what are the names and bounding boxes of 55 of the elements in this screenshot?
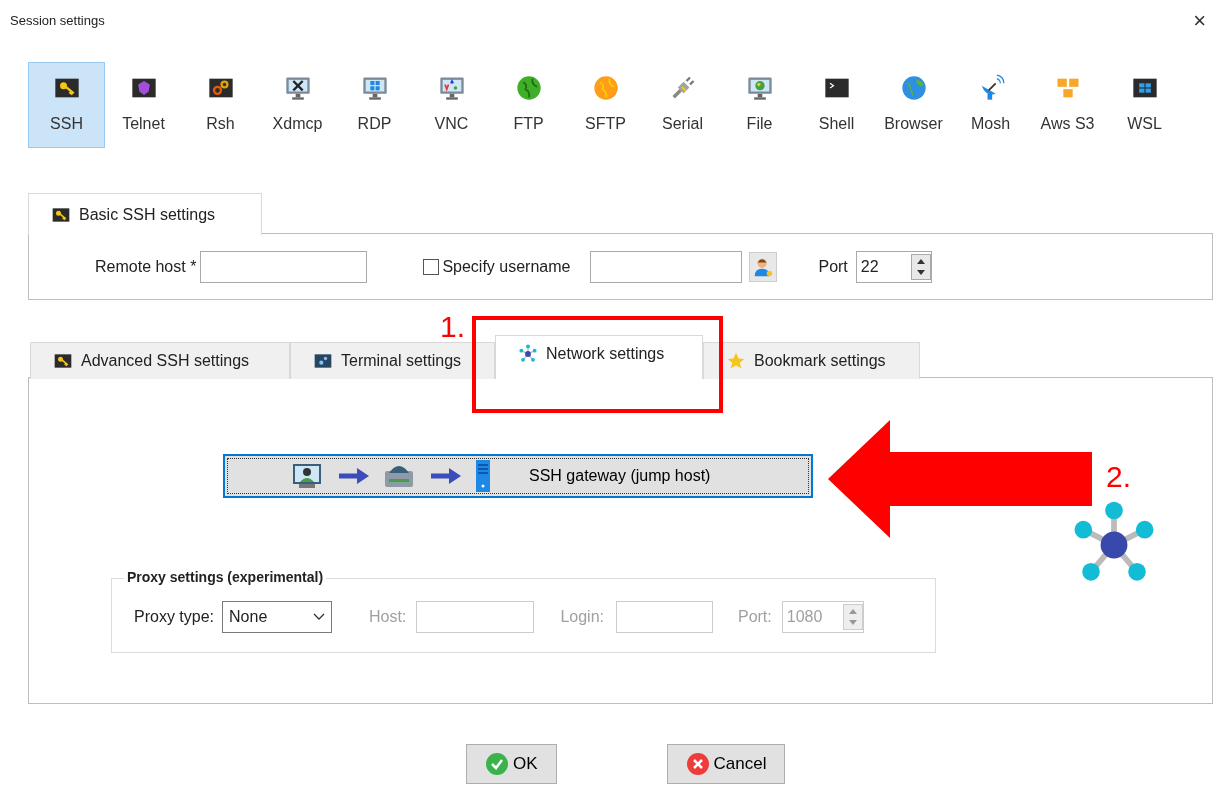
step-number: 2. xyxy=(1106,462,1132,492)
input-field[interactable] xyxy=(200,250,368,283)
cancel-button[interactable]: Cancel xyxy=(666,744,786,784)
settings-tab[interactable]: Bookmark settings xyxy=(703,342,920,379)
globe-icon xyxy=(514,74,543,102)
session-type-button[interactable]: WSL xyxy=(1106,62,1183,148)
session-type-button[interactable]: Mosh xyxy=(952,62,1029,148)
spinner-arrows-icon[interactable] xyxy=(910,253,931,280)
settings-tab[interactable]: Terminal settings xyxy=(290,342,495,379)
gateway-button[interactable]: SSH gateway (jump host) xyxy=(223,454,813,498)
group-title: Proxy settings (experimental) xyxy=(124,570,327,584)
session-type-button[interactable]: Browser xyxy=(875,62,952,148)
window-title: Session settings xyxy=(10,12,105,31)
arrow-icon xyxy=(337,465,369,487)
field-label: Proxy type: xyxy=(134,607,215,627)
close-button[interactable]: × xyxy=(1189,10,1210,32)
session-type-button[interactable]: Serial xyxy=(644,62,721,148)
session-type-button[interactable]: Aws S3 xyxy=(1029,62,1106,148)
globe-icon xyxy=(591,74,620,102)
key-icon xyxy=(53,351,73,371)
session-type-button[interactable]: Shell xyxy=(798,62,875,148)
computer-icon xyxy=(291,462,323,490)
arrow-icon xyxy=(429,465,461,487)
session-type-button[interactable]: Xdmcp xyxy=(259,62,336,148)
globe-icon xyxy=(899,74,928,102)
user-button[interactable] xyxy=(749,251,778,282)
field-label: Remote host * xyxy=(95,256,197,277)
field-label: Login: xyxy=(560,607,604,627)
field-label: Port xyxy=(818,256,848,277)
user-icon xyxy=(752,256,775,279)
server-icon xyxy=(475,459,491,493)
network-icon xyxy=(518,343,538,364)
chevron-down-icon xyxy=(313,613,326,621)
session-type-button[interactable]: Rsh xyxy=(182,62,259,148)
session-type-button[interactable]: RDP xyxy=(336,62,413,148)
field-label: Host: xyxy=(369,607,407,627)
port-spinner[interactable]: 22 xyxy=(855,250,932,283)
session-type-button[interactable]: FTP xyxy=(490,62,567,148)
input-field[interactable] xyxy=(590,250,743,283)
ok-button[interactable]: OK xyxy=(466,744,557,784)
close-icon xyxy=(685,752,710,776)
session-type-button[interactable]: File xyxy=(721,62,798,148)
settings-tab[interactable]: Basic SSH settings xyxy=(28,193,262,235)
session-type-button[interactable]: Telnet xyxy=(105,62,182,148)
settings-tab[interactable]: Advanced SSH settings xyxy=(30,342,290,379)
session-type-button[interactable]: SSH xyxy=(28,62,105,148)
session-type-button[interactable]: SFTP xyxy=(567,62,644,148)
checkbox[interactable]: Specify username xyxy=(423,254,571,279)
field-label: Port: xyxy=(737,607,772,627)
session-type-button[interactable]: VNC xyxy=(413,62,490,148)
step-number: 1. xyxy=(440,312,466,342)
gears-icon xyxy=(313,351,333,371)
check-icon xyxy=(485,752,509,776)
star-icon xyxy=(726,351,746,371)
settings-tab[interactable]: Network settings xyxy=(495,335,703,379)
